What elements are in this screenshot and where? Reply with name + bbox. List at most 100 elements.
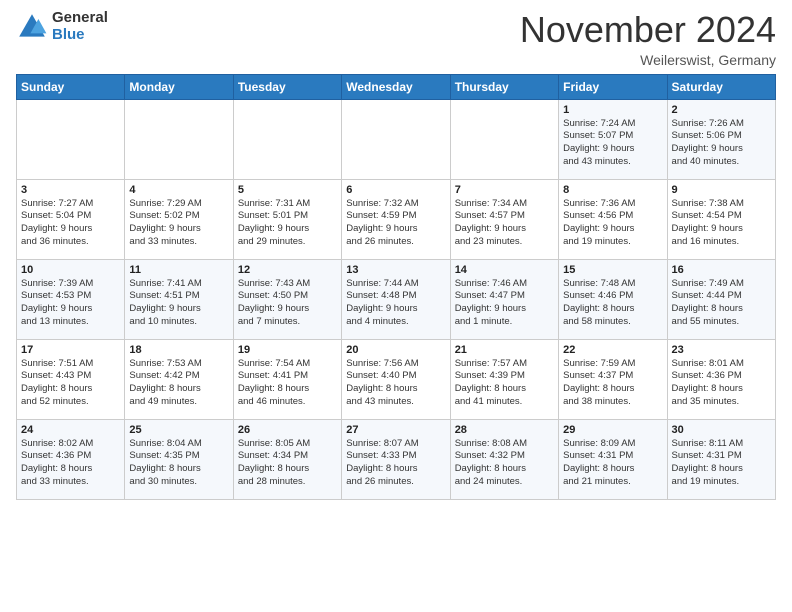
logo: General Blue bbox=[16, 10, 108, 43]
calendar-cell: 4 Sunrise: 7:29 AM Sunset: 5:02 PM Daylig… bbox=[125, 179, 233, 259]
calendar-cell: 24 Sunrise: 8:02 AM Sunset: 4:36 PM Dayli… bbox=[17, 419, 125, 499]
day-info: Sunrise: 7:31 AM Sunset: 5:01 PM Dayligh… bbox=[238, 198, 337, 249]
day-number: 5 bbox=[238, 184, 337, 196]
calendar-col-tuesday: Tuesday bbox=[233, 74, 341, 99]
calendar-col-friday: Friday bbox=[559, 74, 667, 99]
day-number: 4 bbox=[129, 184, 228, 196]
calendar-header: SundayMondayTuesdayWednesdayThursdayFrid… bbox=[17, 74, 776, 99]
logo-icon bbox=[16, 11, 48, 43]
calendar-cell bbox=[233, 99, 341, 179]
calendar-cell: 7Sunrise: 7:34 AM Sunset: 4:57 PM Daylig… bbox=[450, 179, 558, 259]
calendar-week-3: 10 Sunrise: 7:39 AM Sunset: 4:53 PM Dayli… bbox=[17, 259, 776, 339]
calendar-cell bbox=[125, 99, 233, 179]
calendar-col-thursday: Thursday bbox=[450, 74, 558, 99]
day-info: Sunrise: 8:11 AM Sunset: 4:31 PM Dayligh… bbox=[672, 438, 771, 489]
calendar-cell: 20Sunrise: 7:56 AM Sunset: 4:40 PM Dayli… bbox=[342, 339, 450, 419]
calendar-cell: 13Sunrise: 7:44 AM Sunset: 4:48 PM Dayli… bbox=[342, 259, 450, 339]
day-info: Sunrise: 7:27 AM Sunset: 5:04 PM Dayligh… bbox=[21, 198, 120, 249]
day-info: Sunrise: 8:04 AM Sunset: 4:35 PM Dayligh… bbox=[129, 438, 228, 489]
calendar-cell: 16 Sunrise: 7:49 AM Sunset: 4:44 PM Dayli… bbox=[667, 259, 775, 339]
day-number: 10 bbox=[21, 264, 120, 276]
calendar-cell: 3 Sunrise: 7:27 AM Sunset: 5:04 PM Daylig… bbox=[17, 179, 125, 259]
day-number: 15 bbox=[563, 264, 662, 276]
day-info: Sunrise: 7:59 AM Sunset: 4:37 PM Dayligh… bbox=[563, 358, 662, 409]
calendar-week-1: 1 Sunrise: 7:24 AM Sunset: 5:07 PM Daylig… bbox=[17, 99, 776, 179]
day-number: 27 bbox=[346, 424, 445, 436]
calendar-col-sunday: Sunday bbox=[17, 74, 125, 99]
calendar-cell: 29 Sunrise: 8:09 AM Sunset: 4:31 PM Dayli… bbox=[559, 419, 667, 499]
day-info: Sunrise: 7:53 AM Sunset: 4:42 PM Dayligh… bbox=[129, 358, 228, 409]
day-info: Sunrise: 7:49 AM Sunset: 4:44 PM Dayligh… bbox=[672, 278, 771, 329]
day-info: Sunrise: 7:38 AM Sunset: 4:54 PM Dayligh… bbox=[672, 198, 771, 249]
day-info: Sunrise: 7:24 AM Sunset: 5:07 PM Dayligh… bbox=[563, 118, 662, 169]
day-number: 14 bbox=[455, 264, 554, 276]
logo-blue: Blue bbox=[52, 27, 108, 44]
day-number: 28 bbox=[455, 424, 554, 436]
calendar-cell bbox=[17, 99, 125, 179]
calendar-week-5: 24 Sunrise: 8:02 AM Sunset: 4:36 PM Dayli… bbox=[17, 419, 776, 499]
day-number: 8 bbox=[563, 184, 662, 196]
day-number: 29 bbox=[563, 424, 662, 436]
day-info: Sunrise: 7:57 AM Sunset: 4:39 PM Dayligh… bbox=[455, 358, 554, 409]
day-info: Sunrise: 7:48 AM Sunset: 4:46 PM Dayligh… bbox=[563, 278, 662, 329]
calendar-cell: 28Sunrise: 8:08 AM Sunset: 4:32 PM Dayli… bbox=[450, 419, 558, 499]
calendar-cell: 5 Sunrise: 7:31 AM Sunset: 5:01 PM Daylig… bbox=[233, 179, 341, 259]
day-number: 17 bbox=[21, 344, 120, 356]
day-number: 24 bbox=[21, 424, 120, 436]
logo-general: General bbox=[52, 10, 108, 27]
day-number: 9 bbox=[672, 184, 771, 196]
day-number: 13 bbox=[346, 264, 445, 276]
calendar-cell: 26Sunrise: 8:05 AM Sunset: 4:34 PM Dayli… bbox=[233, 419, 341, 499]
calendar-col-monday: Monday bbox=[125, 74, 233, 99]
day-number: 19 bbox=[238, 344, 337, 356]
calendar-cell: 18 Sunrise: 7:53 AM Sunset: 4:42 PM Dayli… bbox=[125, 339, 233, 419]
day-info: Sunrise: 7:32 AM Sunset: 4:59 PM Dayligh… bbox=[346, 198, 445, 249]
day-info: Sunrise: 7:54 AM Sunset: 4:41 PM Dayligh… bbox=[238, 358, 337, 409]
calendar-cell: 23 Sunrise: 8:01 AM Sunset: 4:36 PM Dayli… bbox=[667, 339, 775, 419]
calendar-cell bbox=[342, 99, 450, 179]
day-number: 21 bbox=[455, 344, 554, 356]
day-number: 1 bbox=[563, 104, 662, 116]
calendar-cell: 9 Sunrise: 7:38 AM Sunset: 4:54 PM Daylig… bbox=[667, 179, 775, 259]
day-info: Sunrise: 7:41 AM Sunset: 4:51 PM Dayligh… bbox=[129, 278, 228, 329]
calendar-cell: 11 Sunrise: 7:41 AM Sunset: 4:51 PM Dayli… bbox=[125, 259, 233, 339]
day-info: Sunrise: 8:05 AM Sunset: 4:34 PM Dayligh… bbox=[238, 438, 337, 489]
calendar-cell: 30 Sunrise: 8:11 AM Sunset: 4:31 PM Dayli… bbox=[667, 419, 775, 499]
day-number: 12 bbox=[238, 264, 337, 276]
day-info: Sunrise: 7:56 AM Sunset: 4:40 PM Dayligh… bbox=[346, 358, 445, 409]
calendar-cell bbox=[450, 99, 558, 179]
day-number: 30 bbox=[672, 424, 771, 436]
day-info: Sunrise: 8:09 AM Sunset: 4:31 PM Dayligh… bbox=[563, 438, 662, 489]
logo-text: General Blue bbox=[52, 10, 108, 43]
day-number: 22 bbox=[563, 344, 662, 356]
day-info: Sunrise: 7:36 AM Sunset: 4:56 PM Dayligh… bbox=[563, 198, 662, 249]
day-number: 11 bbox=[129, 264, 228, 276]
calendar-cell: 1 Sunrise: 7:24 AM Sunset: 5:07 PM Daylig… bbox=[559, 99, 667, 179]
title-block: November 2024 Weilerswist, Germany bbox=[520, 10, 776, 68]
page: General Blue November 2024 Weilerswist, … bbox=[0, 0, 792, 612]
calendar-cell: 25 Sunrise: 8:04 AM Sunset: 4:35 PM Dayli… bbox=[125, 419, 233, 499]
calendar-col-saturday: Saturday bbox=[667, 74, 775, 99]
day-number: 25 bbox=[129, 424, 228, 436]
calendar-cell: 2Sunrise: 7:26 AM Sunset: 5:06 PM Daylig… bbox=[667, 99, 775, 179]
day-info: Sunrise: 7:29 AM Sunset: 5:02 PM Dayligh… bbox=[129, 198, 228, 249]
day-number: 16 bbox=[672, 264, 771, 276]
calendar-cell: 6 Sunrise: 7:32 AM Sunset: 4:59 PM Daylig… bbox=[342, 179, 450, 259]
day-info: Sunrise: 8:02 AM Sunset: 4:36 PM Dayligh… bbox=[21, 438, 120, 489]
day-number: 18 bbox=[129, 344, 228, 356]
day-number: 23 bbox=[672, 344, 771, 356]
header: General Blue November 2024 Weilerswist, … bbox=[16, 10, 776, 68]
calendar-cell: 27Sunrise: 8:07 AM Sunset: 4:33 PM Dayli… bbox=[342, 419, 450, 499]
day-number: 2 bbox=[672, 104, 771, 116]
day-info: Sunrise: 7:43 AM Sunset: 4:50 PM Dayligh… bbox=[238, 278, 337, 329]
calendar-cell: 15 Sunrise: 7:48 AM Sunset: 4:46 PM Dayli… bbox=[559, 259, 667, 339]
day-info: Sunrise: 7:39 AM Sunset: 4:53 PM Dayligh… bbox=[21, 278, 120, 329]
day-info: Sunrise: 7:51 AM Sunset: 4:43 PM Dayligh… bbox=[21, 358, 120, 409]
calendar-cell: 22 Sunrise: 7:59 AM Sunset: 4:37 PM Dayli… bbox=[559, 339, 667, 419]
day-info: Sunrise: 7:34 AM Sunset: 4:57 PM Dayligh… bbox=[455, 198, 554, 249]
day-info: Sunrise: 8:01 AM Sunset: 4:36 PM Dayligh… bbox=[672, 358, 771, 409]
day-number: 3 bbox=[21, 184, 120, 196]
calendar-header-row: SundayMondayTuesdayWednesdayThursdayFrid… bbox=[17, 74, 776, 99]
calendar-body: 1 Sunrise: 7:24 AM Sunset: 5:07 PM Daylig… bbox=[17, 99, 776, 499]
day-number: 6 bbox=[346, 184, 445, 196]
